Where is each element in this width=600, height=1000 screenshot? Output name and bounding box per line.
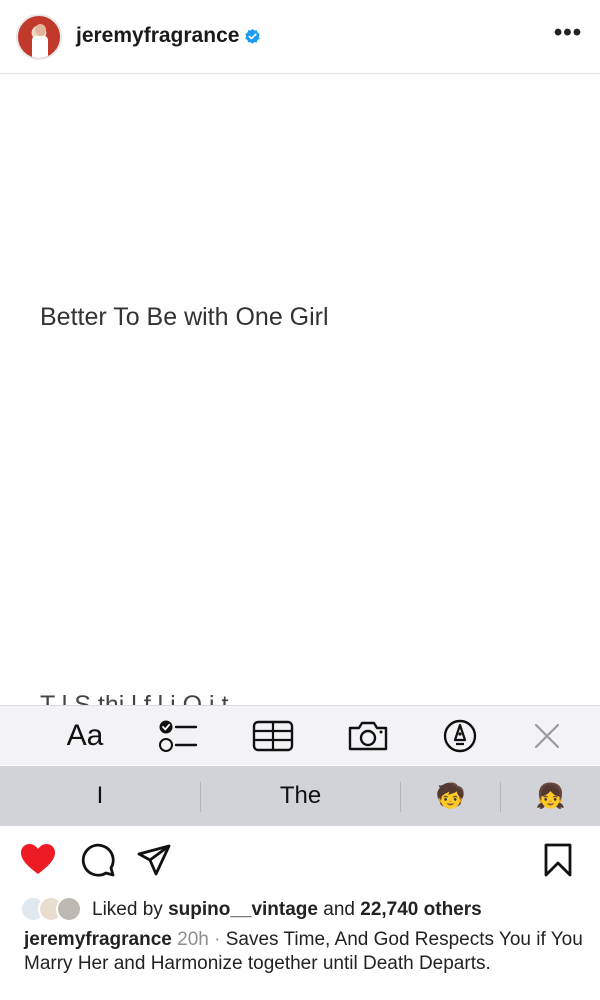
checklist-button[interactable] [155,718,203,754]
likes-and: and [323,899,355,920]
avatar-head-shape [35,24,46,36]
liker-avatar[interactable] [56,896,82,922]
likes-text[interactable]: Liked by supino__vintage and 22,740 othe… [92,899,482,921]
suggestion-emoji-item[interactable]: 👧 [501,766,600,826]
share-icon[interactable] [136,842,172,878]
heart-filled-icon[interactable] [20,842,56,878]
camera-button[interactable] [344,718,392,754]
camera-icon [348,721,388,751]
likes-count[interactable]: 22,740 others [360,899,481,920]
suggestion-item[interactable]: I [0,766,200,826]
suggestion-emoji-item[interactable]: 🧒 [401,766,500,826]
post-username[interactable]: jeremyfragrance [76,24,239,48]
close-icon [534,723,560,749]
caption-separator: · [214,929,221,950]
verified-badge-icon [245,28,260,44]
likes-row: Liked by supino__vintage and 22,740 othe… [20,896,580,924]
dismiss-keyboard-button[interactable] [530,718,564,754]
predictive-text-bar: I The 🧒 👧 [0,766,600,826]
likes-user[interactable]: supino__vintage [168,899,318,920]
note-text-line-clipped: T l S thi l f l i O i t [40,691,229,705]
profile-avatar[interactable] [16,14,62,60]
markup-button[interactable] [440,718,480,754]
markup-icon [443,719,477,753]
bookmark-icon[interactable] [540,842,576,878]
checklist-icon [159,720,198,752]
suggestion-item[interactable]: The [201,766,400,826]
note-text-line: Better To Be with One Girl [40,303,329,331]
post-image: Better To Be with One Girl T l S thi l f… [0,75,600,705]
caption-username[interactable]: jeremyfragrance [24,929,172,950]
caption-time: 20h [177,929,209,950]
notes-keyboard-toolbar: Aa [0,705,600,765]
table-icon [252,720,294,752]
likes-prefix: Liked by [92,899,163,920]
more-options-button[interactable]: ••• [552,21,584,46]
avatar-suit-shape [32,36,48,58]
post-actions-bar [0,830,600,890]
table-button[interactable] [250,718,296,754]
post-header: jeremyfragrance ••• [0,0,600,74]
comment-icon[interactable] [80,842,116,878]
format-text-button[interactable]: Aa [60,718,110,754]
post-caption: jeremyfragrance 20h · Saves Time, And Go… [24,928,584,975]
